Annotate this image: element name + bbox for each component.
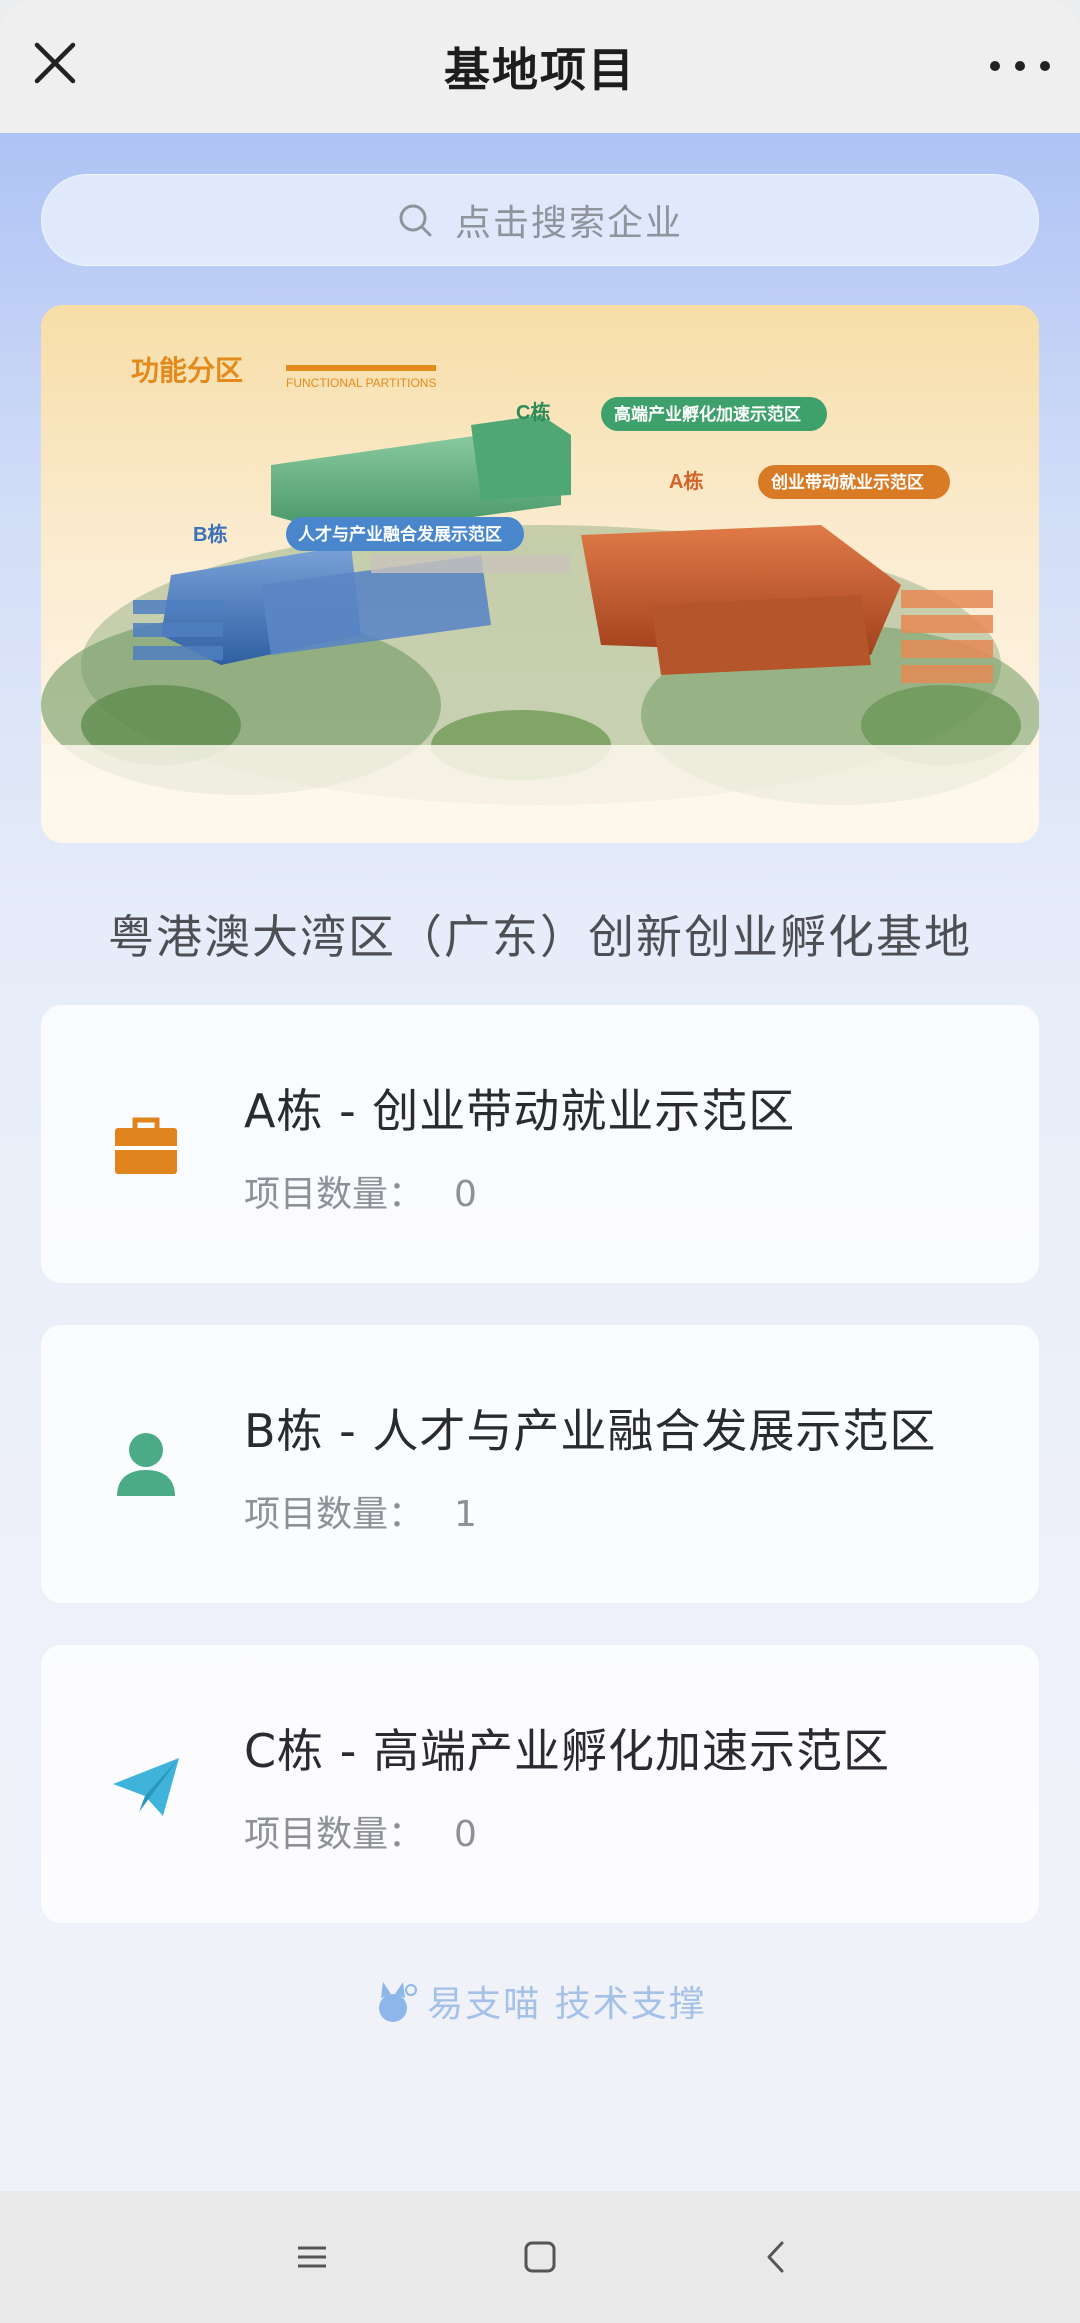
tech-support-footer: 易支喵 技术支撑: [0, 1975, 1080, 2027]
building-c-count: 0: [454, 1814, 477, 1855]
banner-heading: 功能分区: [131, 355, 243, 386]
building-a-card[interactable]: A栋 - 创业带动就业示范区 项目数量： 0: [41, 1005, 1039, 1283]
building-a-count: 0: [454, 1174, 477, 1215]
building-b-card[interactable]: B栋 - 人才与产业融合发展示范区 项目数量： 1: [41, 1325, 1039, 1603]
banner-heading-en: FUNCTIONAL PARTITIONS: [286, 376, 436, 390]
count-label: 项目数量：: [244, 1494, 425, 1535]
app-window: 基地项目 点击搜索企业 功能分区 FUNCTIONAL PARTITIONS C…: [0, 0, 1080, 2323]
search-placeholder: 点击搜索企业: [454, 203, 683, 244]
home-square-icon[interactable]: [520, 2237, 560, 2277]
search-icon: [399, 204, 432, 237]
more-dot: [1040, 61, 1050, 71]
cat-logo-icon: [379, 1982, 418, 2022]
count-label: 项目数量：: [244, 1174, 425, 1215]
system-nav-bar: [0, 2191, 1080, 2323]
back-chevron-icon[interactable]: [756, 2237, 796, 2277]
functional-partitions-banner[interactable]: 功能分区 FUNCTIONAL PARTITIONS C栋 高端产业孵化加速示范…: [41, 305, 1039, 843]
more-button[interactable]: [990, 46, 1050, 86]
tag-zone-c: 高端产业孵化加速示范区: [614, 404, 801, 424]
briefcase-icon: [115, 1117, 177, 1174]
building-a-count-row: 项目数量： 0: [244, 1165, 477, 1217]
tag-zone-a: 创业带动就业示范区: [770, 472, 924, 492]
user-icon: [117, 1433, 175, 1496]
page-title: 基地项目: [444, 42, 636, 97]
building-b-count-row: 项目数量： 1: [244, 1485, 477, 1537]
count-label: 项目数量：: [244, 1814, 425, 1855]
base-name: 粤港澳大湾区（广东）创新创业孵化基地: [108, 910, 972, 964]
close-icon: [34, 42, 76, 84]
banner-illustration: 功能分区 FUNCTIONAL PARTITIONS C栋 高端产业孵化加速示范…: [41, 305, 1039, 843]
tag-zone-b: 人才与产业融合发展示范区: [298, 524, 502, 544]
more-dot: [1015, 61, 1025, 71]
main-content: 点击搜索企业 功能分区 FUNCTIONAL PARTITIONS C栋 高端产…: [0, 133, 1080, 2191]
building-a-title: A栋 - 创业带动就业示范区: [244, 1084, 796, 1138]
menu-icon[interactable]: [292, 2237, 332, 2277]
building-b-count: 1: [454, 1494, 477, 1535]
building-c-card[interactable]: C栋 - 高端产业孵化加速示范区 项目数量： 0: [41, 1645, 1039, 1923]
building-c-title: C栋 - 高端产业孵化加速示范区: [244, 1724, 890, 1778]
search-bar[interactable]: 点击搜索企业: [41, 174, 1039, 266]
building-b-title: B栋 - 人才与产业融合发展示范区: [244, 1404, 937, 1458]
title-bar: 基地项目: [0, 0, 1080, 133]
building-c-label: C栋: [516, 400, 550, 424]
building-b-label: B栋: [193, 522, 227, 546]
paper-plane-icon: [113, 1758, 179, 1816]
building-a-label: A栋: [669, 469, 703, 493]
more-dots-icon: [990, 61, 1000, 71]
footer-text: 易支喵 技术支撑: [427, 1984, 707, 2025]
close-button[interactable]: [30, 38, 80, 88]
building-c-count-row: 项目数量： 0: [244, 1805, 477, 1857]
